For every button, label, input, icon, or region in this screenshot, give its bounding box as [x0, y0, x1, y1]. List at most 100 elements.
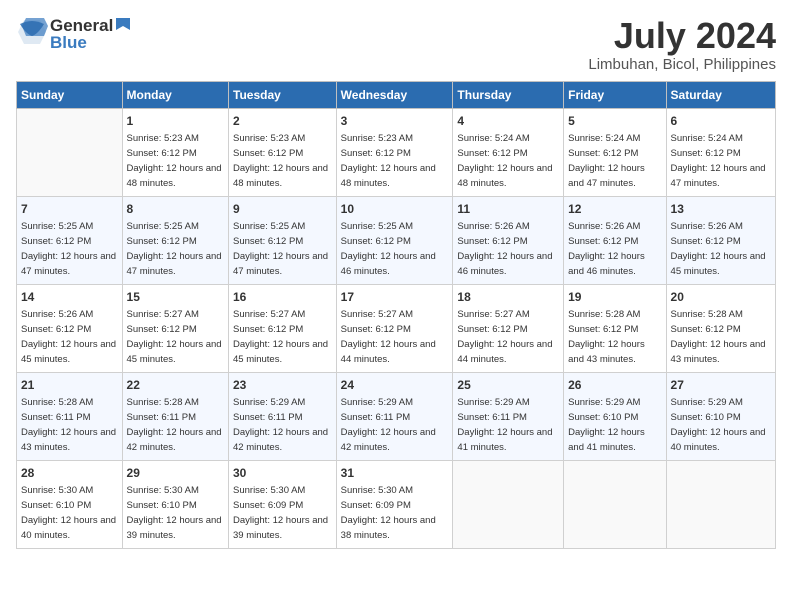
month-title: July 2024	[588, 16, 776, 56]
day-number: 27	[671, 377, 771, 394]
day-info: Sunrise: 5:29 AMSunset: 6:11 PMDaylight:…	[233, 397, 328, 452]
calendar-day-cell: 30 Sunrise: 5:30 AMSunset: 6:09 PMDaylig…	[229, 460, 337, 548]
calendar-day-cell: 7 Sunrise: 5:25 AMSunset: 6:12 PMDayligh…	[17, 196, 123, 284]
day-info: Sunrise: 5:30 AMSunset: 6:09 PMDaylight:…	[341, 485, 436, 540]
day-number: 15	[127, 289, 224, 306]
day-info: Sunrise: 5:30 AMSunset: 6:09 PMDaylight:…	[233, 485, 328, 540]
day-info: Sunrise: 5:29 AMSunset: 6:10 PMDaylight:…	[671, 397, 766, 452]
day-number: 2	[233, 113, 332, 130]
weekday-header-row: SundayMondayTuesdayWednesdayThursdayFrid…	[17, 81, 776, 108]
day-number: 26	[568, 377, 661, 394]
day-info: Sunrise: 5:24 AMSunset: 6:12 PMDaylight:…	[457, 133, 552, 188]
calendar-week-row: 21 Sunrise: 5:28 AMSunset: 6:11 PMDaylig…	[17, 372, 776, 460]
calendar-day-cell: 13 Sunrise: 5:26 AMSunset: 6:12 PMDaylig…	[666, 196, 775, 284]
day-number: 11	[457, 201, 559, 218]
day-number: 3	[341, 113, 449, 130]
day-number: 4	[457, 113, 559, 130]
day-info: Sunrise: 5:26 AMSunset: 6:12 PMDaylight:…	[21, 309, 116, 364]
calendar-day-cell: 28 Sunrise: 5:30 AMSunset: 6:10 PMDaylig…	[17, 460, 123, 548]
calendar-day-cell: 29 Sunrise: 5:30 AMSunset: 6:10 PMDaylig…	[122, 460, 228, 548]
day-info: Sunrise: 5:23 AMSunset: 6:12 PMDaylight:…	[233, 133, 328, 188]
day-info: Sunrise: 5:24 AMSunset: 6:12 PMDaylight:…	[568, 133, 645, 188]
calendar-day-cell: 21 Sunrise: 5:28 AMSunset: 6:11 PMDaylig…	[17, 372, 123, 460]
day-info: Sunrise: 5:27 AMSunset: 6:12 PMDaylight:…	[457, 309, 552, 364]
day-info: Sunrise: 5:23 AMSunset: 6:12 PMDaylight:…	[127, 133, 222, 188]
day-number: 18	[457, 289, 559, 306]
calendar-day-cell: 10 Sunrise: 5:25 AMSunset: 6:12 PMDaylig…	[336, 196, 453, 284]
calendar-day-cell	[453, 460, 564, 548]
calendar-day-cell: 8 Sunrise: 5:25 AMSunset: 6:12 PMDayligh…	[122, 196, 228, 284]
calendar-day-cell: 26 Sunrise: 5:29 AMSunset: 6:10 PMDaylig…	[564, 372, 666, 460]
day-number: 14	[21, 289, 118, 306]
day-number: 25	[457, 377, 559, 394]
day-number: 17	[341, 289, 449, 306]
day-info: Sunrise: 5:27 AMSunset: 6:12 PMDaylight:…	[127, 309, 222, 364]
day-number: 10	[341, 201, 449, 218]
calendar-day-cell	[564, 460, 666, 548]
day-number: 6	[671, 113, 771, 130]
calendar-day-cell: 9 Sunrise: 5:25 AMSunset: 6:12 PMDayligh…	[229, 196, 337, 284]
day-number: 20	[671, 289, 771, 306]
day-number: 31	[341, 465, 449, 482]
logo-flag-icon	[114, 16, 132, 38]
calendar-day-cell	[17, 108, 123, 196]
calendar-table: SundayMondayTuesdayWednesdayThursdayFrid…	[16, 81, 776, 549]
calendar-day-cell: 16 Sunrise: 5:27 AMSunset: 6:12 PMDaylig…	[229, 284, 337, 372]
day-number: 29	[127, 465, 224, 482]
calendar-day-cell: 22 Sunrise: 5:28 AMSunset: 6:11 PMDaylig…	[122, 372, 228, 460]
day-info: Sunrise: 5:24 AMSunset: 6:12 PMDaylight:…	[671, 133, 766, 188]
location: Limbuhan, Bicol, Philippines	[588, 56, 776, 73]
calendar-day-cell: 24 Sunrise: 5:29 AMSunset: 6:11 PMDaylig…	[336, 372, 453, 460]
calendar-day-cell: 6 Sunrise: 5:24 AMSunset: 6:12 PMDayligh…	[666, 108, 775, 196]
day-info: Sunrise: 5:26 AMSunset: 6:12 PMDaylight:…	[671, 221, 766, 276]
day-info: Sunrise: 5:25 AMSunset: 6:12 PMDaylight:…	[341, 221, 436, 276]
weekday-header-cell: Monday	[122, 81, 228, 108]
day-number: 8	[127, 201, 224, 218]
day-info: Sunrise: 5:25 AMSunset: 6:12 PMDaylight:…	[21, 221, 116, 276]
calendar-day-cell: 19 Sunrise: 5:28 AMSunset: 6:12 PMDaylig…	[564, 284, 666, 372]
calendar-week-row: 7 Sunrise: 5:25 AMSunset: 6:12 PMDayligh…	[17, 196, 776, 284]
day-number: 7	[21, 201, 118, 218]
calendar-day-cell: 11 Sunrise: 5:26 AMSunset: 6:12 PMDaylig…	[453, 196, 564, 284]
day-number: 1	[127, 113, 224, 130]
calendar-day-cell: 1 Sunrise: 5:23 AMSunset: 6:12 PMDayligh…	[122, 108, 228, 196]
weekday-header-cell: Wednesday	[336, 81, 453, 108]
logo-icon	[16, 16, 48, 52]
day-number: 28	[21, 465, 118, 482]
calendar-day-cell: 23 Sunrise: 5:29 AMSunset: 6:11 PMDaylig…	[229, 372, 337, 460]
page-header: General Blue July 2024 Limbuhan, Bicol, …	[16, 16, 776, 73]
day-info: Sunrise: 5:29 AMSunset: 6:11 PMDaylight:…	[341, 397, 436, 452]
day-info: Sunrise: 5:27 AMSunset: 6:12 PMDaylight:…	[233, 309, 328, 364]
day-info: Sunrise: 5:29 AMSunset: 6:10 PMDaylight:…	[568, 397, 645, 452]
calendar-day-cell: 31 Sunrise: 5:30 AMSunset: 6:09 PMDaylig…	[336, 460, 453, 548]
day-number: 22	[127, 377, 224, 394]
day-info: Sunrise: 5:23 AMSunset: 6:12 PMDaylight:…	[341, 133, 436, 188]
calendar-week-row: 28 Sunrise: 5:30 AMSunset: 6:10 PMDaylig…	[17, 460, 776, 548]
day-info: Sunrise: 5:26 AMSunset: 6:12 PMDaylight:…	[457, 221, 552, 276]
day-info: Sunrise: 5:28 AMSunset: 6:12 PMDaylight:…	[671, 309, 766, 364]
weekday-header-cell: Friday	[564, 81, 666, 108]
day-number: 23	[233, 377, 332, 394]
calendar-day-cell: 12 Sunrise: 5:26 AMSunset: 6:12 PMDaylig…	[564, 196, 666, 284]
day-number: 16	[233, 289, 332, 306]
day-number: 19	[568, 289, 661, 306]
calendar-day-cell: 17 Sunrise: 5:27 AMSunset: 6:12 PMDaylig…	[336, 284, 453, 372]
calendar-header: SundayMondayTuesdayWednesdayThursdayFrid…	[17, 81, 776, 108]
calendar-body: 1 Sunrise: 5:23 AMSunset: 6:12 PMDayligh…	[17, 108, 776, 548]
title-block: July 2024 Limbuhan, Bicol, Philippines	[588, 16, 776, 73]
calendar-week-row: 14 Sunrise: 5:26 AMSunset: 6:12 PMDaylig…	[17, 284, 776, 372]
day-info: Sunrise: 5:30 AMSunset: 6:10 PMDaylight:…	[21, 485, 116, 540]
logo: General Blue	[16, 16, 132, 53]
day-info: Sunrise: 5:28 AMSunset: 6:11 PMDaylight:…	[127, 397, 222, 452]
day-info: Sunrise: 5:28 AMSunset: 6:12 PMDaylight:…	[568, 309, 645, 364]
calendar-day-cell: 20 Sunrise: 5:28 AMSunset: 6:12 PMDaylig…	[666, 284, 775, 372]
day-number: 30	[233, 465, 332, 482]
weekday-header-cell: Thursday	[453, 81, 564, 108]
day-number: 9	[233, 201, 332, 218]
day-info: Sunrise: 5:25 AMSunset: 6:12 PMDaylight:…	[127, 221, 222, 276]
calendar-day-cell	[666, 460, 775, 548]
day-info: Sunrise: 5:25 AMSunset: 6:12 PMDaylight:…	[233, 221, 328, 276]
day-number: 13	[671, 201, 771, 218]
weekday-header-cell: Tuesday	[229, 81, 337, 108]
calendar-day-cell: 14 Sunrise: 5:26 AMSunset: 6:12 PMDaylig…	[17, 284, 123, 372]
